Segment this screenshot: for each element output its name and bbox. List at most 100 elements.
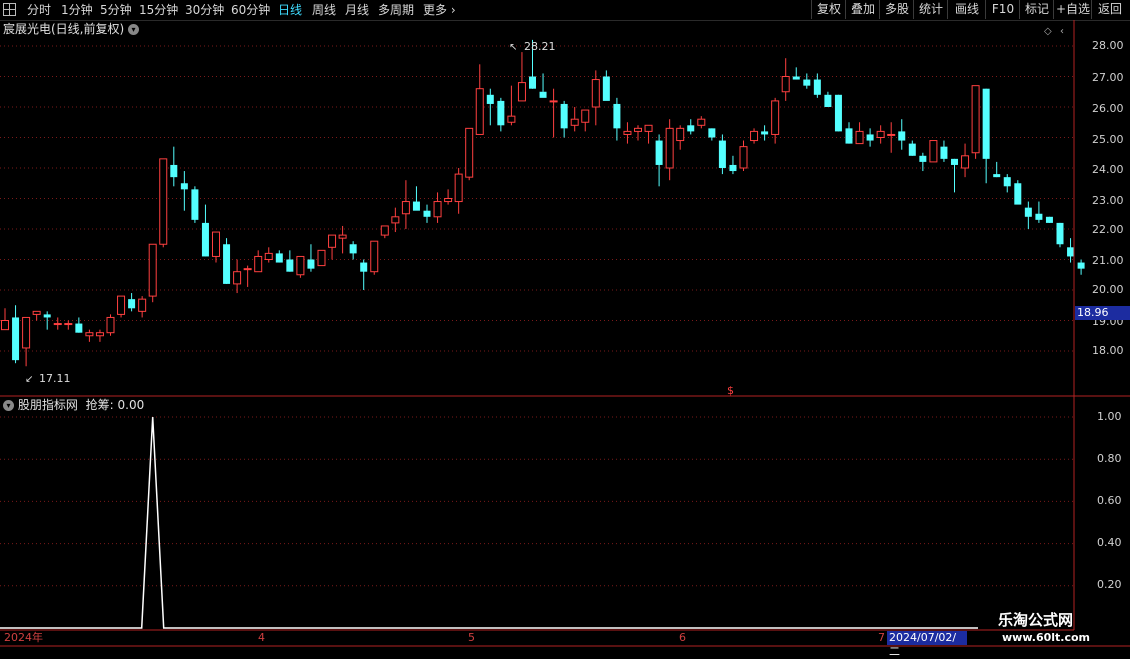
candle-body — [993, 174, 1001, 178]
candle-body — [887, 133, 896, 136]
candle-body — [1077, 262, 1085, 269]
candle-body — [380, 225, 389, 236]
candle-body — [951, 158, 958, 165]
cursor-date-box: 2024/07/02/二 — [887, 631, 967, 658]
candle-body — [53, 323, 62, 326]
candle-body — [539, 91, 547, 98]
candle-body — [1035, 213, 1043, 220]
candle-body — [560, 103, 568, 129]
candle-body — [465, 127, 474, 178]
y-tick: 0.60 — [1097, 494, 1122, 507]
candle-body — [623, 130, 632, 135]
y-tick: 21.00 — [1092, 254, 1124, 267]
candle-body — [739, 146, 748, 169]
candle-body — [475, 88, 484, 135]
candle-body — [1067, 247, 1075, 257]
y-tick: 26.00 — [1092, 102, 1124, 115]
diamond-icon: ◇ — [1044, 26, 1052, 37]
event-marker: $ — [727, 384, 734, 397]
candle-body — [1, 320, 9, 331]
min-arrow-icon: ↙ — [25, 374, 33, 385]
candle-body — [729, 164, 737, 172]
candle-body — [644, 124, 653, 132]
candle-body — [613, 103, 621, 129]
candle-body — [591, 79, 600, 108]
y-tick: 18.00 — [1092, 344, 1124, 357]
candle-body — [581, 109, 590, 123]
x-tick: 7 — [878, 631, 885, 644]
candle-body — [159, 158, 168, 245]
candle-body — [898, 131, 906, 141]
candle-body — [697, 118, 706, 126]
y-tick: 27.00 — [1092, 71, 1124, 84]
candle-body — [75, 323, 83, 333]
candle-body — [433, 201, 442, 218]
candle-body — [929, 140, 938, 163]
candle-body — [191, 189, 199, 220]
candle-body — [771, 100, 780, 135]
max-arrow-icon: ↖ — [509, 42, 517, 53]
candle-body — [665, 127, 674, 169]
candle-body — [243, 268, 252, 271]
candle-body — [128, 299, 136, 309]
candle-body — [401, 201, 410, 215]
candle-body — [138, 298, 147, 312]
indicator-name: 股朋指标网 — [17, 398, 78, 412]
candle-body — [517, 82, 526, 102]
candle-body — [43, 314, 51, 318]
candle-body — [254, 255, 263, 273]
candle-body — [95, 332, 104, 337]
candle-body — [106, 316, 115, 334]
y-tick: 23.00 — [1092, 194, 1124, 207]
candle-body — [1045, 216, 1053, 223]
candle-body — [1003, 177, 1011, 187]
x-tick: 5 — [468, 631, 475, 644]
candle-body — [570, 118, 579, 126]
candle-body — [718, 140, 726, 168]
candle-body — [824, 94, 832, 107]
candle-body — [454, 173, 463, 203]
candle-body — [223, 244, 231, 284]
kline-chart[interactable]: ◇ ‹ ↖ 28.21 ↙ 17.11 $ — [0, 0, 1130, 650]
y-tick: 1.00 — [1097, 410, 1122, 423]
indicator-title-row: ▾ 股朋指标网 抢筹: 0.00 — [0, 397, 144, 413]
y-tick: 25.00 — [1092, 133, 1124, 146]
candle-body — [781, 76, 790, 93]
chevron-left-icon: ‹ — [1060, 26, 1064, 37]
candle-body — [32, 310, 41, 315]
candle-body — [1014, 183, 1022, 205]
candle-body — [1056, 222, 1064, 245]
candle-body — [855, 130, 864, 145]
candle-body — [602, 76, 610, 101]
candle-body — [201, 222, 209, 257]
candle-body — [761, 131, 769, 135]
candle-body — [919, 155, 927, 162]
candle-body — [813, 79, 821, 95]
candle-body — [845, 128, 853, 144]
candle-body — [307, 259, 315, 269]
watermark-title: 乐淘公式网 — [998, 611, 1074, 629]
candle-body — [486, 94, 494, 104]
indicator-series-label: 抢筹: — [85, 398, 114, 412]
min-price-label: 17.11 — [39, 372, 71, 385]
candle-body — [497, 100, 505, 126]
candle-body — [286, 259, 294, 272]
x-tick: 6 — [679, 631, 686, 644]
candle-body — [708, 128, 716, 138]
y-tick: 0.20 — [1097, 578, 1122, 591]
x-tick: 2024年 — [4, 631, 43, 644]
candle-body — [908, 143, 916, 156]
candle-body — [170, 164, 178, 178]
y-tick: 0.80 — [1097, 452, 1122, 465]
candle-body — [1024, 207, 1032, 217]
watermark-url: www.60lt.com — [1002, 631, 1091, 644]
candle-body — [750, 130, 759, 142]
candle-body — [212, 231, 220, 257]
current-price-tag: 18.96 — [1075, 306, 1130, 320]
indicator-series-value: 0.00 — [117, 398, 145, 412]
candle-body — [117, 295, 126, 315]
y-tick: 24.00 — [1092, 163, 1124, 176]
x-tick: 4 — [258, 631, 265, 644]
candle-body — [444, 198, 453, 203]
chevron-down-icon[interactable]: ▾ — [3, 400, 14, 411]
